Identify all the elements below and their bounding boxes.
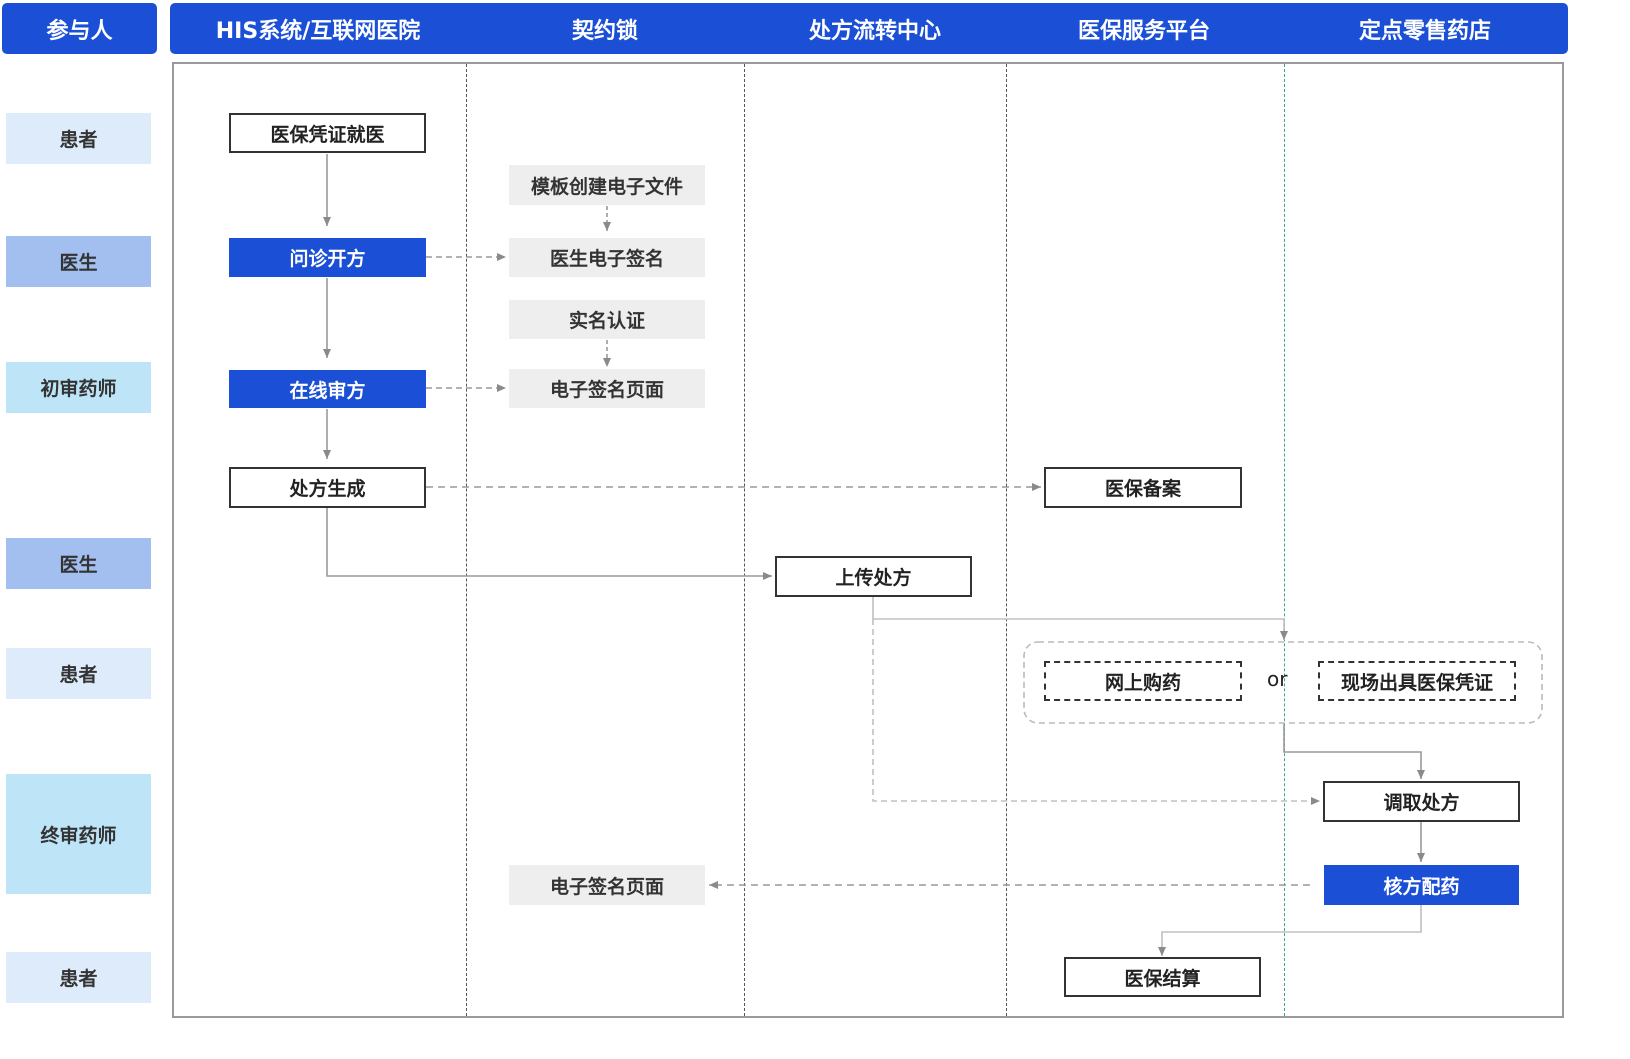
node-onsite-voucher: 现场出具医保凭证 xyxy=(1318,661,1516,701)
node-e-signature-page-2: 电子签名页面 xyxy=(509,865,705,905)
arrow-branch-to-retrieve xyxy=(1283,724,1425,779)
or-label: or xyxy=(1267,667,1288,691)
node-retrieve-prescription: 调取处方 xyxy=(1323,781,1520,822)
arrow-upload-to-retrieve xyxy=(872,619,1320,805)
node-real-name-auth: 实名认证 xyxy=(509,300,705,339)
node-insurance-settlement: 医保结算 xyxy=(1064,957,1261,997)
node-doctor-e-signature: 医生电子签名 xyxy=(509,238,705,277)
node-online-review: 在线审方 xyxy=(229,370,426,408)
node-consult-prescribe: 问诊开方 xyxy=(229,238,426,277)
arrow-generate-to-upload xyxy=(326,508,772,580)
node-upload-prescription: 上传处方 xyxy=(775,556,972,597)
node-prescription-generated: 处方生成 xyxy=(229,467,426,508)
arrow-upload-to-branch xyxy=(872,597,1288,640)
node-insurance-voucher-visit: 医保凭证就医 xyxy=(229,113,426,153)
arrow-dispense-to-settlement xyxy=(1158,905,1422,956)
node-template-create-file: 模板创建电子文件 xyxy=(509,165,705,205)
node-verify-dispense: 核方配药 xyxy=(1324,865,1519,905)
node-online-purchase: 网上购药 xyxy=(1044,661,1242,701)
node-insurance-filing: 医保备案 xyxy=(1044,467,1242,508)
node-e-signature-page-1: 电子签名页面 xyxy=(509,369,705,408)
